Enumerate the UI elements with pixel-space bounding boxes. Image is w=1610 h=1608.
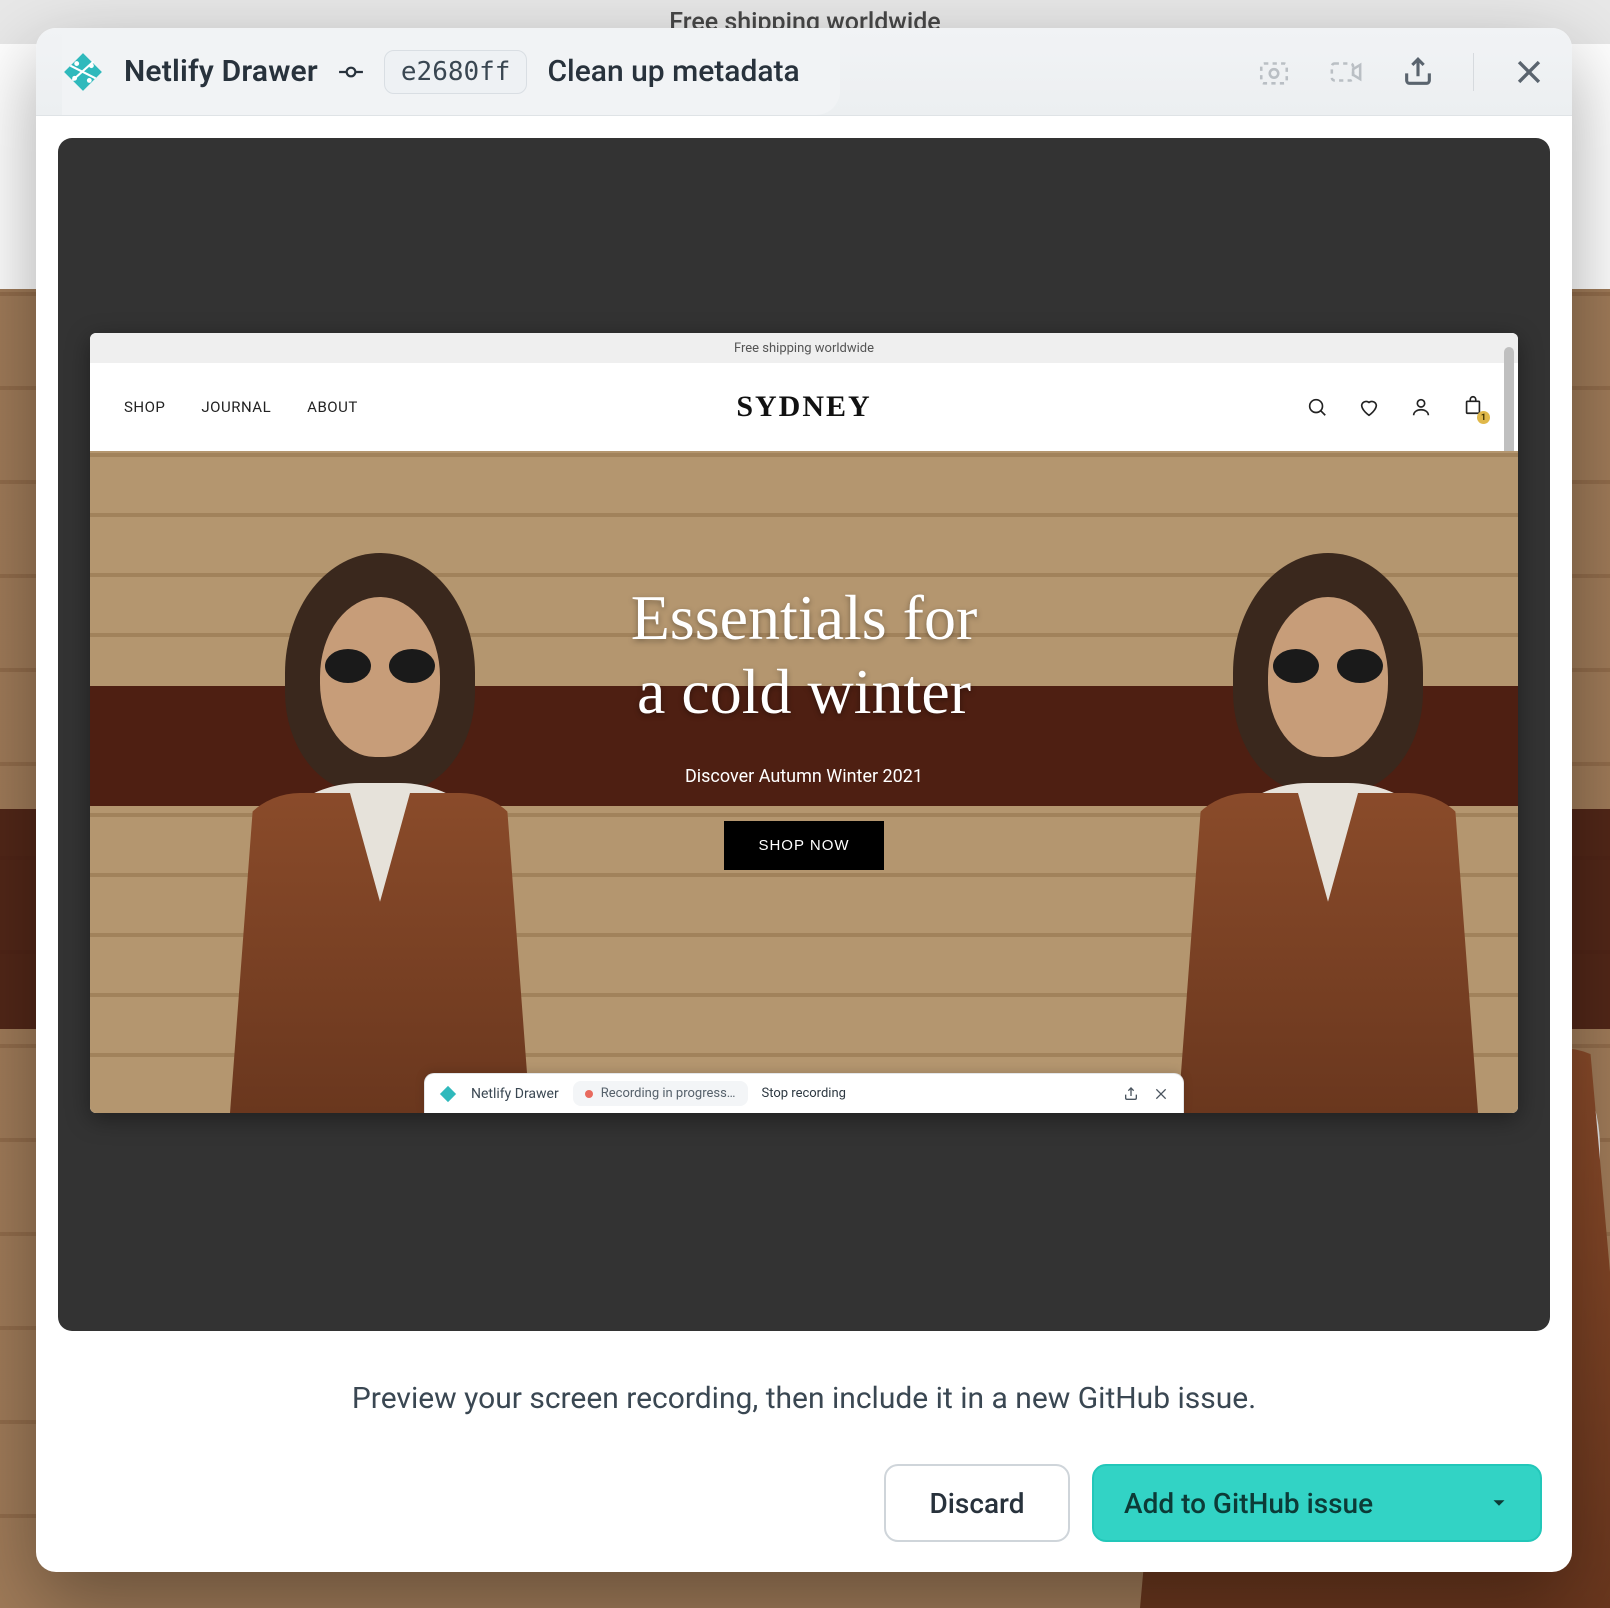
dialog-header: Netlify Drawer e2680ff Clean up metadata <box>36 28 1572 116</box>
ss-mini-title: Netlify Drawer <box>471 1086 559 1102</box>
commit-message: Clean up metadata <box>547 54 799 89</box>
bag-badge: 1 <box>1477 411 1490 424</box>
ss-hero-headline-1: Essentials for <box>631 582 978 653</box>
share-icon[interactable] <box>1401 55 1435 89</box>
ss-hero: Essentials for a cold winter Discover Au… <box>90 451 1518 1113</box>
netlify-logo-icon <box>439 1085 457 1103</box>
ss-hero-headline-2: a cold winter <box>637 656 971 727</box>
heart-icon <box>1358 396 1380 418</box>
recorded-screenshot: Free shipping worldwide SHOP JOURNAL ABO… <box>90 333 1518 1113</box>
ss-brand: SYDNEY <box>736 390 871 424</box>
discard-button[interactable]: Discard <box>884 1464 1070 1542</box>
user-icon <box>1410 396 1432 418</box>
add-to-github-issue-button[interactable]: Add to GitHub issue <box>1092 1464 1542 1542</box>
instruction-text: Preview your screen recording, then incl… <box>66 1381 1542 1416</box>
commit-hash[interactable]: e2680ff <box>384 50 528 94</box>
app-title: Netlify Drawer <box>124 54 318 89</box>
close-icon[interactable] <box>1512 55 1546 89</box>
search-icon <box>1306 396 1328 418</box>
dialog-footer: Preview your screen recording, then incl… <box>36 1353 1572 1572</box>
ss-nav-about: ABOUT <box>307 398 358 416</box>
preview-area: Free shipping worldwide SHOP JOURNAL ABO… <box>36 116 1572 1353</box>
ss-stop-recording: Stop recording <box>762 1086 846 1101</box>
ss-nav: SHOP JOURNAL ABOUT SYDNEY 1 <box>90 363 1518 451</box>
ss-hero-subhead: Discover Autumn Winter 2021 <box>685 766 923 787</box>
ss-recording-pill: Recording in progress… <box>573 1081 748 1106</box>
chevron-down-icon <box>1488 1492 1510 1514</box>
screenshot-icon <box>1257 55 1291 89</box>
netlify-logo-icon <box>62 51 104 93</box>
preview-frame: Free shipping worldwide SHOP JOURNAL ABO… <box>58 138 1550 1331</box>
divider <box>1473 53 1474 91</box>
ss-shipping-banner: Free shipping worldwide <box>90 333 1518 363</box>
ss-nav-shop: SHOP <box>124 398 165 416</box>
add-button-label: Add to GitHub issue <box>1124 1487 1373 1520</box>
git-commit-icon <box>338 59 364 85</box>
share-icon <box>1123 1086 1139 1102</box>
ss-shop-now-button: SHOP NOW <box>724 821 883 870</box>
record-icon <box>1329 55 1363 89</box>
close-icon <box>1153 1086 1169 1102</box>
ss-nav-journal: JOURNAL <box>201 398 271 416</box>
ss-mini-drawer: Netlify Drawer Recording in progress… St… <box>424 1073 1184 1113</box>
bag-icon: 1 <box>1462 394 1484 420</box>
netlify-drawer-dialog: Netlify Drawer e2680ff Clean up metadata <box>36 28 1572 1572</box>
